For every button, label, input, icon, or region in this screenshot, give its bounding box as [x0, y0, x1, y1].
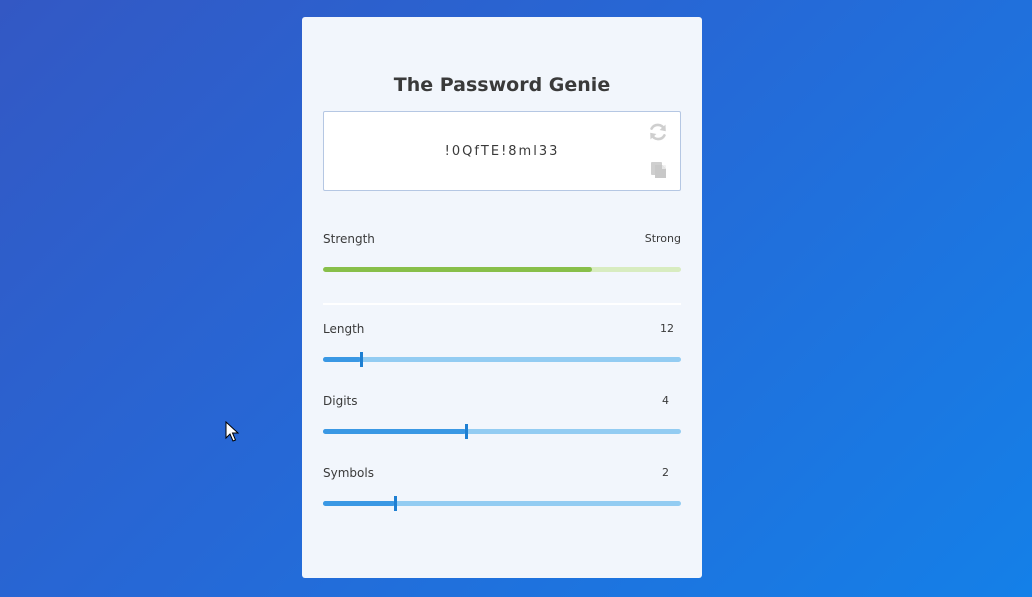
- strength-label: Strength: [323, 232, 375, 246]
- strength-value: Strong: [644, 232, 681, 245]
- length-label: Length: [323, 322, 365, 336]
- digits-slider-fill: [323, 429, 466, 434]
- length-value: 12: [660, 322, 674, 335]
- copy-icon[interactable]: [649, 160, 669, 180]
- password-display: !0QfTE!8ml33: [323, 111, 681, 191]
- length-slider-thumb[interactable]: [360, 352, 363, 367]
- length-slider-fill: [323, 357, 361, 362]
- digits-slider[interactable]: [323, 424, 681, 439]
- refresh-icon[interactable]: [648, 122, 668, 142]
- symbols-label: Symbols: [323, 466, 374, 480]
- strength-meter: [323, 267, 681, 272]
- symbols-slider-fill: [323, 501, 395, 506]
- strength-meter-fill: [323, 267, 592, 272]
- digits-value: 4: [662, 394, 669, 407]
- symbols-value: 2: [662, 466, 669, 479]
- mouse-cursor-icon: [225, 420, 240, 443]
- app-title: The Password Genie: [393, 74, 611, 96]
- password-generator-card: The Password Genie !0QfTE!8ml33 Strength…: [302, 17, 702, 578]
- digits-slider-thumb[interactable]: [465, 424, 468, 439]
- length-slider[interactable]: [323, 352, 681, 367]
- section-divider: [323, 303, 681, 305]
- symbols-slider[interactable]: [323, 496, 681, 511]
- symbols-slider-thumb[interactable]: [394, 496, 397, 511]
- generated-password[interactable]: !0QfTE!8ml33: [324, 144, 680, 159]
- digits-label: Digits: [323, 394, 358, 408]
